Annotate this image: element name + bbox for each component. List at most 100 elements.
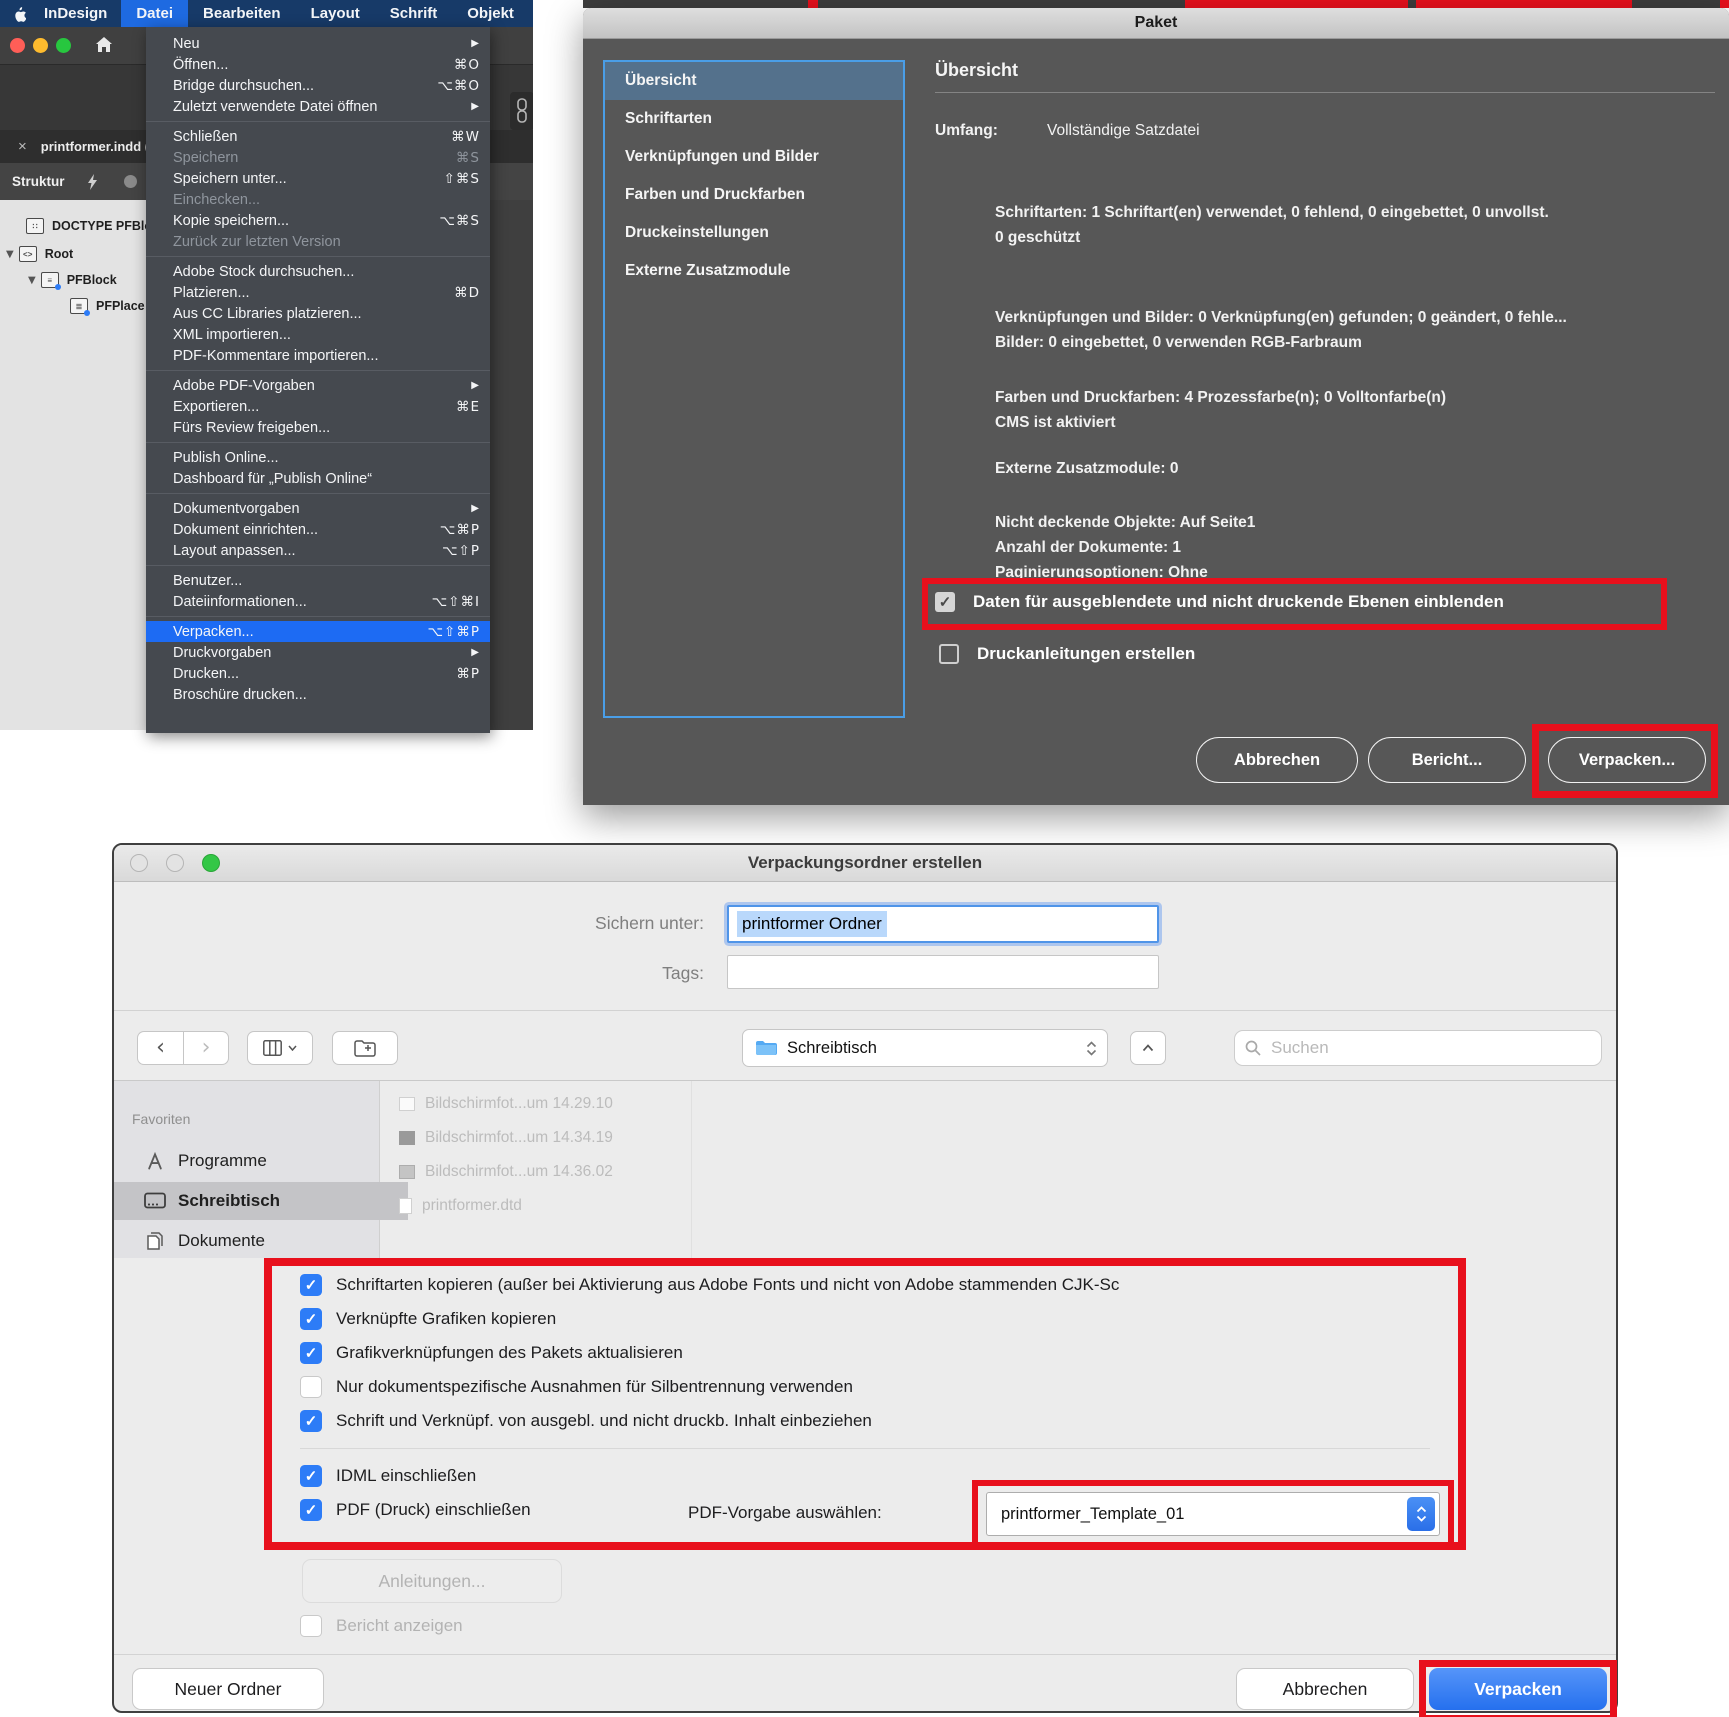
- menu-item-pdf-vorgaben[interactable]: Adobe PDF-Vorgaben▶: [146, 375, 490, 396]
- copy-graphics-checkbox[interactable]: [300, 1308, 322, 1330]
- close-window-button[interactable]: [10, 38, 25, 53]
- save-as-input[interactable]: printformer Ordner: [727, 905, 1159, 943]
- menu-item-speichern-unter[interactable]: Speichern unter...⇧⌘S: [146, 168, 490, 189]
- option-hyphenation[interactable]: Nur dokumentspezifische Ausnahmen für Si…: [300, 1376, 853, 1398]
- menu-item-bridge[interactable]: Bridge durchsuchen...⌥⌘O: [146, 75, 490, 96]
- menu-item-oeffnen[interactable]: Öffnen...⌘O: [146, 54, 490, 75]
- menubar-item-bearbeiten[interactable]: Bearbeiten: [188, 0, 296, 27]
- option-copy-fonts[interactable]: Schriftarten kopieren (außer bei Aktivie…: [300, 1274, 1119, 1296]
- option-pdf[interactable]: PDF (Druck) einschließen: [300, 1499, 531, 1521]
- search-input[interactable]: [1269, 1037, 1591, 1059]
- menubar-item-layout[interactable]: Layout: [296, 0, 375, 27]
- pdf-checkbox[interactable]: [300, 1499, 322, 1521]
- menu-item-kopie-speichern[interactable]: Kopie speichern...⌥⌘S: [146, 210, 490, 231]
- paket-sidebar-verknuepfungen[interactable]: Verknüpfungen und Bilder: [605, 138, 903, 176]
- menu-item-dashboard[interactable]: Dashboard für „Publish Online“: [146, 468, 490, 489]
- menu-item-cc-libraries[interactable]: Aus CC Libraries platzieren...: [146, 303, 490, 324]
- minimize-window-button[interactable]: [33, 38, 48, 53]
- sidebar-item-dokumente[interactable]: Dokumente: [114, 1222, 408, 1260]
- update-links-checkbox[interactable]: [300, 1342, 322, 1364]
- zoom-window-button[interactable]: [202, 854, 220, 872]
- desktop-icon: [142, 1192, 168, 1210]
- menubar-item-objekt[interactable]: Objekt: [452, 0, 529, 27]
- divider: [114, 1654, 1616, 1655]
- menubar-item-schrift[interactable]: Schrift: [375, 0, 453, 27]
- new-folder-toolbar-button[interactable]: [332, 1031, 398, 1065]
- hidden-content-checkbox[interactable]: [300, 1410, 322, 1432]
- tags-input[interactable]: [727, 955, 1159, 989]
- layers-data-checkbox-row[interactable]: Daten für ausgeblendete und nicht drucke…: [935, 592, 1504, 612]
- sidebar-item-schreibtisch[interactable]: Schreibtisch: [114, 1182, 408, 1220]
- close-tab-icon[interactable]: ×: [0, 138, 41, 155]
- menu-item-adobe-stock[interactable]: Adobe Stock durchsuchen...: [146, 261, 490, 282]
- menu-item-exportieren[interactable]: Exportieren...⌘E: [146, 396, 490, 417]
- menu-item-layout-anpassen[interactable]: Layout anpassen...⌥⇧P: [146, 540, 490, 561]
- menu-item-review[interactable]: Fürs Review freigeben...: [146, 417, 490, 438]
- paket-report-button[interactable]: Bericht...: [1368, 737, 1526, 783]
- paket-sidebar-uebersicht[interactable]: Übersicht: [605, 62, 903, 100]
- menu-item-neu[interactable]: Neu▶: [146, 33, 490, 54]
- hyphenation-checkbox[interactable]: [300, 1376, 322, 1398]
- zoom-window-button[interactable]: [56, 38, 71, 53]
- package-button[interactable]: Verpacken: [1429, 1668, 1607, 1710]
- paket-sidebar-zusatzmodule[interactable]: Externe Zusatzmodule: [605, 252, 903, 290]
- menu-item-platzieren[interactable]: Platzieren...⌘D: [146, 282, 490, 303]
- menubar-item-datei[interactable]: Datei: [121, 0, 188, 27]
- menu-item-benutzer[interactable]: Benutzer...: [146, 570, 490, 591]
- lightning-icon[interactable]: [87, 174, 98, 190]
- menu-item-druckvorgaben[interactable]: Druckvorgaben▶: [146, 642, 490, 663]
- file-row[interactable]: Bildschirmfot...um 14.36.02: [399, 1163, 613, 1181]
- search-field[interactable]: [1234, 1030, 1602, 1066]
- tree-item-pfblock[interactable]: ▼ ≡ PFBlock: [28, 272, 117, 288]
- file-row[interactable]: Bildschirmfot...um 14.29.10: [399, 1095, 613, 1113]
- option-idml[interactable]: IDML einschließen: [300, 1465, 476, 1487]
- image-file-icon: [399, 1165, 415, 1179]
- pdf-preset-select[interactable]: printformer_Template_01: [986, 1492, 1440, 1536]
- minimize-window-button[interactable]: [166, 854, 184, 872]
- forward-button[interactable]: ›: [183, 1031, 229, 1065]
- menu-item-pdf-kommentare[interactable]: PDF-Kommentare importieren...: [146, 345, 490, 366]
- tree-item-root[interactable]: ▼ <> Root: [6, 246, 73, 262]
- menu-item-publish-online[interactable]: Publish Online...: [146, 447, 490, 468]
- layers-data-checkbox[interactable]: [935, 592, 955, 612]
- tree-item-pfplace[interactable]: ≣ PFPlace: [70, 298, 145, 314]
- idml-checkbox[interactable]: [300, 1465, 322, 1487]
- option-update-links[interactable]: Grafikverknüpfungen des Pakets aktualisi…: [300, 1342, 683, 1364]
- close-window-button[interactable]: [130, 854, 148, 872]
- print-instructions-checkbox-row[interactable]: Druckanleitungen erstellen: [939, 644, 1195, 664]
- divider: [300, 1448, 1430, 1449]
- menu-item-dokument-einrichten[interactable]: Dokument einrichten...⌥⌘P: [146, 519, 490, 540]
- sidebar-item-programme[interactable]: Programme: [114, 1142, 408, 1180]
- menu-item-drucken[interactable]: Drucken...⌘P: [146, 663, 490, 684]
- back-button[interactable]: ‹: [137, 1031, 183, 1065]
- option-copy-graphics[interactable]: Verknüpfte Grafiken kopieren: [300, 1308, 556, 1330]
- paket-package-button[interactable]: Verpacken...: [1548, 737, 1706, 783]
- paket-sidebar-schriftarten[interactable]: Schriftarten: [605, 100, 903, 138]
- copy-fonts-checkbox[interactable]: [300, 1274, 322, 1296]
- cancel-button[interactable]: Abbrechen: [1236, 1668, 1414, 1710]
- file-row[interactable]: Bildschirmfot...um 14.34.19: [399, 1129, 613, 1147]
- new-folder-button[interactable]: Neuer Ordner: [132, 1668, 324, 1710]
- paket-dialog: Paket Übersicht Schriftarten Verknüpfung…: [583, 8, 1729, 805]
- file-row[interactable]: printformer.dtd: [399, 1197, 522, 1215]
- location-popup[interactable]: Schreibtisch: [742, 1029, 1108, 1067]
- menu-item-dateiinformationen[interactable]: Dateiinformationen...⌥⇧⌘I: [146, 591, 490, 612]
- tree-item-doctype[interactable]: ∷ DOCTYPE PFBlo: [26, 218, 146, 234]
- print-instructions-checkbox[interactable]: [939, 644, 959, 664]
- menu-item-zuletzt[interactable]: Zuletzt verwendete Datei öffnen▶: [146, 96, 490, 117]
- chain-link-icon[interactable]: [510, 92, 533, 130]
- menu-item-verpacken[interactable]: Verpacken...⌥⇧⌘P: [146, 621, 490, 642]
- menu-item-dokumentvorgaben[interactable]: Dokumentvorgaben▶: [146, 498, 490, 519]
- paket-sidebar-farben[interactable]: Farben und Druckfarben: [605, 176, 903, 214]
- home-icon[interactable]: [94, 35, 114, 60]
- menu-item-schliessen[interactable]: Schließen⌘W: [146, 126, 490, 147]
- submenu-arrow-icon: ▶: [471, 38, 480, 49]
- option-hidden-content[interactable]: Schrift und Verknüpf. von ausgebl. und n…: [300, 1410, 872, 1432]
- paket-cancel-button[interactable]: Abbrechen: [1196, 737, 1358, 783]
- menu-item-broschuere[interactable]: Broschüre drucken...: [146, 684, 490, 705]
- apple-logo-icon[interactable]: [0, 5, 36, 22]
- menu-item-xml-importieren[interactable]: XML importieren...: [146, 324, 490, 345]
- view-mode-button[interactable]: [247, 1031, 313, 1065]
- collapse-button[interactable]: [1130, 1031, 1166, 1065]
- paket-sidebar-druckeinstellungen[interactable]: Druckeinstellungen: [605, 214, 903, 252]
